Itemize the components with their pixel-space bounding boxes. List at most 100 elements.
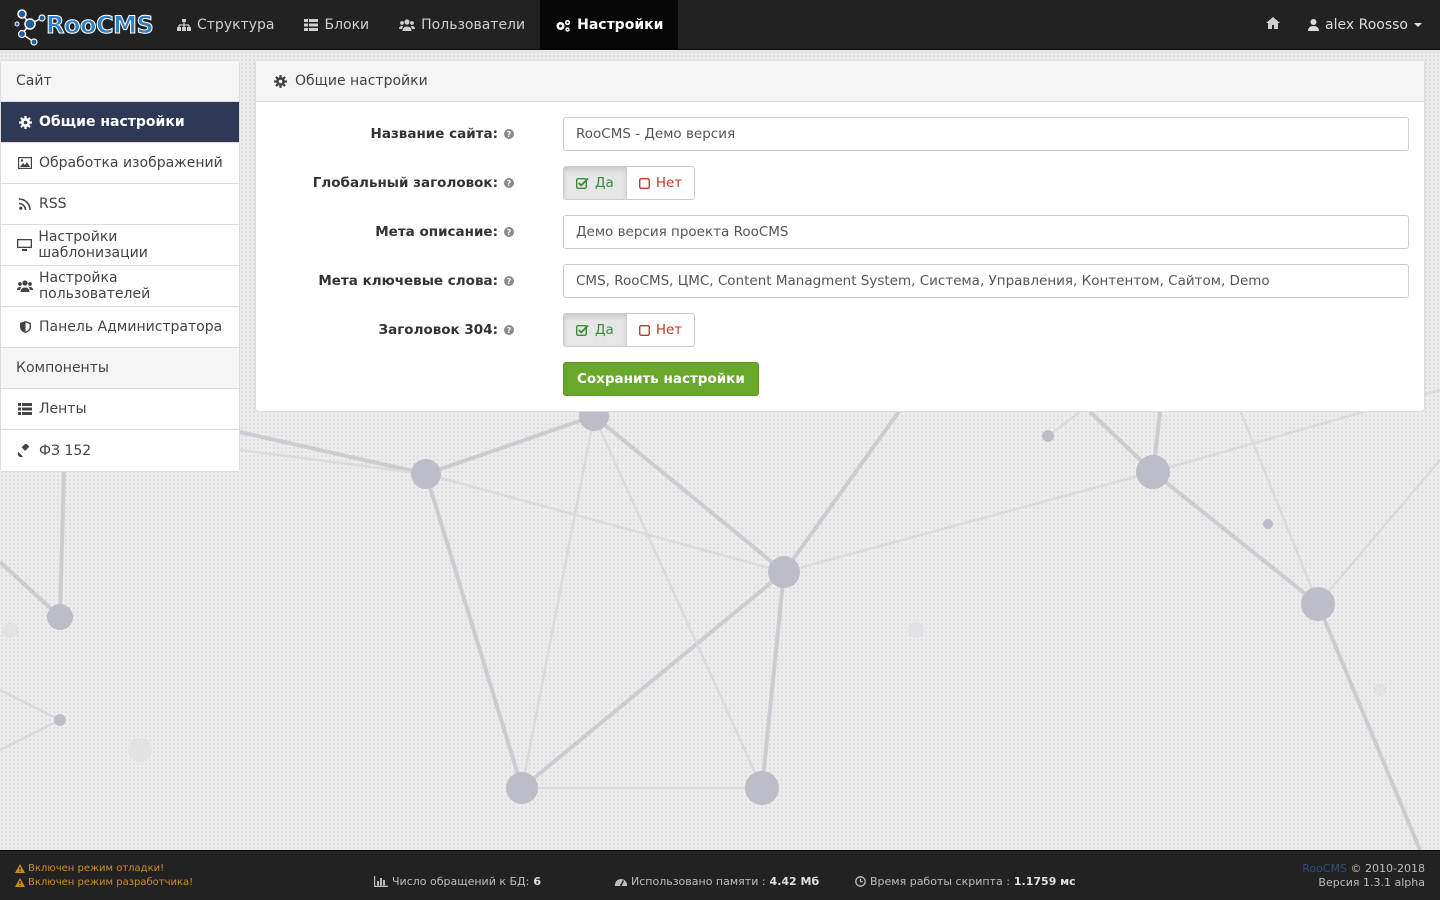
list-icon (17, 403, 33, 415)
form-row-meta-description: Мета описание: ? (256, 215, 1426, 249)
global-title-label-text: Глобальный заголовок: (312, 175, 498, 191)
header-304-yes-label: Да (595, 322, 614, 338)
brand-logo[interactable]: RooCMS (0, 0, 162, 50)
user-menu[interactable]: alex Roosso (1294, 0, 1440, 49)
sidebar-item-label: Настройка пользователей (39, 270, 151, 302)
save-settings-button[interactable]: Сохранить настройки (563, 362, 759, 396)
question-circle-icon[interactable]: ? (504, 227, 514, 237)
script-time-label: Время работы скрипта : (870, 875, 1010, 888)
debug-mode-text: Включен режим отладки! (28, 863, 165, 874)
monitor-icon (17, 239, 33, 251)
sidebar-item-feeds[interactable]: Ленты (1, 389, 239, 430)
sidebar-item-user-settings[interactable]: Настройка пользователей (1, 266, 239, 307)
memory-usage-label: Использовано памяти : (631, 875, 766, 888)
copyright: RooCMS © 2010-2018 Версия 1.3.1 alpha (1302, 862, 1425, 890)
copyright-line: RooCMS © 2010-2018 (1302, 862, 1425, 876)
question-circle-icon[interactable]: ? (504, 178, 514, 188)
header-304-yes-button[interactable]: Да (563, 313, 627, 347)
debug-mode-warning: Включен режим отладки! (15, 863, 164, 874)
nav-users[interactable]: Пользователи (384, 0, 540, 50)
settings-panel: Общие настройки Название сайта: ? Глобал… (255, 60, 1425, 412)
sidebar-item-label: Настройки шаблонизации (38, 229, 148, 261)
square-icon (638, 177, 650, 189)
sidebar-item-general-settings[interactable]: Общие настройки (1, 102, 239, 143)
users-icon (17, 280, 33, 292)
nav-settings[interactable]: Настройки (540, 0, 679, 50)
home-link[interactable] (1252, 0, 1294, 49)
global-title-label: Глобальный заголовок: ? (256, 175, 514, 191)
dev-mode-text: Включен режим разработчика! (28, 877, 194, 888)
dashboard-icon (615, 876, 627, 887)
nav-blocks-label: Блоки (324, 17, 370, 33)
global-title-toggle: Да Нет (563, 166, 696, 200)
global-title-yes-label: Да (595, 175, 614, 191)
sidebar-item-label: RSS (39, 196, 67, 212)
header-304-label: Заголовок 304: ? (256, 322, 514, 338)
sidebar-item-label: Обработка изображений (39, 155, 223, 171)
version-text: Версия 1.3.1 alpha (1318, 876, 1425, 889)
sidebar-item-template-settings[interactable]: Настройки шаблонизации (1, 225, 239, 266)
user-name: alex Roosso (1325, 16, 1408, 33)
script-time-stat: Время работы скрипта : 1.1759 мс (855, 875, 1076, 888)
cog-icon (274, 74, 287, 88)
sidebar-section-components: Компоненты (1, 348, 239, 389)
db-queries-label: Число обращений к БД: (392, 875, 530, 888)
meta-keywords-label-text: Мета ключевые слова: (318, 273, 498, 289)
site-name-label: Название сайта: ? (256, 126, 514, 142)
clock-icon (855, 876, 866, 887)
meta-keywords-input[interactable] (563, 264, 1409, 298)
memory-usage-value: 4.42 Мб (769, 875, 820, 888)
site-name-label-text: Название сайта: (370, 126, 498, 142)
dev-mode-warning: Включен режим разработчика! (15, 877, 193, 888)
cogs-icon (555, 19, 571, 32)
script-time-value: 1.1759 мс (1013, 875, 1076, 888)
question-circle-icon[interactable]: ? (504, 129, 514, 139)
image-icon (17, 157, 33, 169)
sidebar-item-label: Ленты (39, 401, 87, 417)
brand-name: RooCMS (45, 11, 154, 40)
molecule-logo-icon (14, 9, 46, 46)
chevron-down-icon (1414, 22, 1422, 27)
sidebar-item-fz152[interactable]: ФЗ 152 (1, 430, 239, 471)
bar-chart-icon (374, 876, 388, 887)
top-navbar: RooCMS Структура Блоки Пользователи Наст… (0, 0, 1440, 50)
copyright-brand-link[interactable]: RooCMS (1302, 862, 1347, 875)
question-circle-icon[interactable]: ? (504, 276, 514, 286)
form-row-meta-keywords: Мета ключевые слова: ? (256, 264, 1426, 298)
sidebar-item-label: Общие настройки (39, 114, 185, 130)
warning-icon (15, 878, 25, 887)
meta-keywords-label: Мета ключевые слова: ? (256, 273, 514, 289)
sidebar-item-admin-panel[interactable]: Панель Администратора (1, 307, 239, 348)
global-title-no-label: Нет (655, 175, 683, 191)
meta-description-label: Мета описание: ? (256, 224, 514, 240)
sidebar-item-rss[interactable]: RSS (1, 184, 239, 225)
form-row-global-title: Глобальный заголовок: ? Да Нет (256, 166, 1426, 200)
site-name-input[interactable] (563, 117, 1409, 151)
header-304-no-label: Нет (655, 322, 683, 338)
gavel-icon (17, 444, 33, 457)
header-304-no-button[interactable]: Нет (626, 313, 696, 347)
sidebar-item-label: Панель Администратора (39, 319, 223, 335)
footer: Включен режим отладки! Включен режим раз… (0, 850, 1440, 900)
db-queries-stat: Число обращений к БД: 6 (374, 875, 541, 888)
global-title-yes-button[interactable]: Да (563, 166, 627, 200)
rss-icon (17, 198, 33, 210)
header-304-label-text: Заголовок 304: (378, 322, 498, 338)
grid-icon (304, 19, 319, 31)
check-square-icon (576, 177, 589, 189)
nav-structure[interactable]: Структура (162, 0, 289, 50)
sidebar-item-image-processing[interactable]: Обработка изображений (1, 143, 239, 184)
memory-usage-stat: Использовано памяти : 4.42 Мб (615, 875, 819, 888)
copyright-years: © 2010-2018 (1350, 862, 1425, 875)
header-304-toggle: Да Нет (563, 313, 696, 347)
users-icon (399, 19, 416, 31)
form-row-header-304: Заголовок 304: ? Да Нет (256, 313, 1426, 347)
question-circle-icon[interactable]: ? (504, 325, 514, 335)
global-title-no-button[interactable]: Нет (626, 166, 696, 200)
meta-description-input[interactable] (563, 215, 1409, 249)
panel-title: Общие настройки (295, 73, 428, 89)
nav-blocks[interactable]: Блоки (289, 0, 384, 50)
form-row-save: Сохранить настройки (256, 362, 1426, 396)
cog-icon (17, 115, 33, 129)
sidebar-item-label: ФЗ 152 (39, 442, 92, 459)
